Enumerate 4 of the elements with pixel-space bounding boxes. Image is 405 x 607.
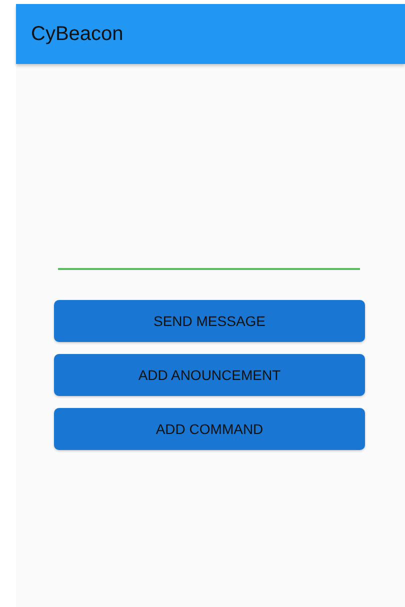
- action-button[interactable]: ADD ANOUNCEMENT: [54, 354, 365, 396]
- action-button[interactable]: SEND MESSAGE: [54, 300, 365, 342]
- action-button[interactable]: ADD COMMAND: [54, 408, 365, 450]
- app-title: CyBeacon: [31, 22, 124, 46]
